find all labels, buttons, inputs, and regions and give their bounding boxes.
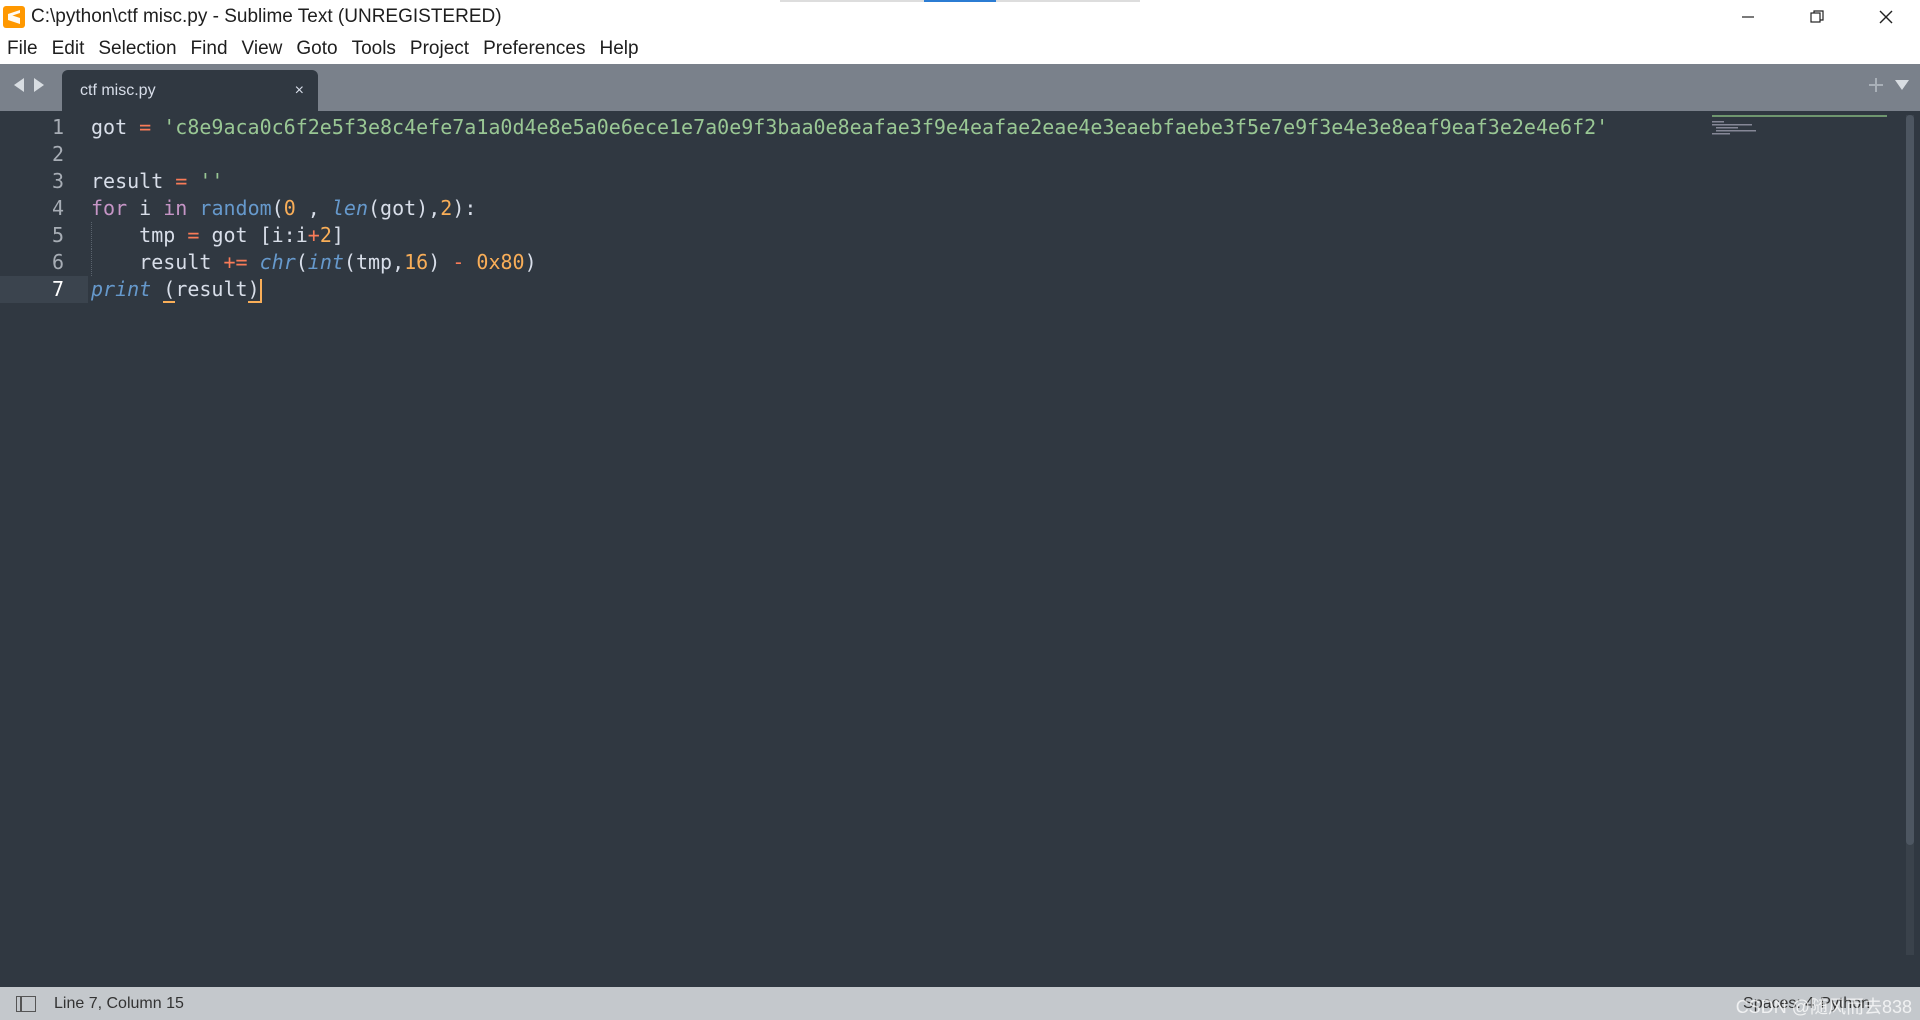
menu-find[interactable]: Find: [184, 34, 235, 64]
token-punct-matched: (: [163, 277, 176, 303]
token-number: 2: [319, 223, 332, 247]
token-keyword: for: [91, 196, 128, 220]
menu-file[interactable]: File: [0, 34, 45, 64]
line-number: 3: [51, 169, 64, 193]
close-icon: [1879, 10, 1892, 24]
nav-back-icon[interactable]: [12, 77, 26, 93]
token-punct: ,: [295, 196, 332, 220]
token-var: result: [175, 277, 248, 301]
line-number: 1: [51, 115, 64, 139]
minimize-icon: [1741, 16, 1754, 18]
line-number-current: 7: [51, 277, 64, 301]
token-punct: ): [524, 250, 537, 274]
token-punct: (got): [368, 196, 429, 220]
line-number: 6: [51, 250, 64, 274]
menu-goto[interactable]: Goto: [289, 34, 344, 64]
minimap[interactable]: [1712, 115, 1892, 145]
token-operator: =: [175, 169, 188, 193]
menu-bar: File Edit Selection Find View Goto Tools…: [0, 34, 1920, 65]
code-line-1: got = 'c8e9aca0c6f2e5f3e8c4efe7a1a0d4e8e…: [91, 114, 1608, 141]
token-operator: =: [187, 223, 200, 247]
token-operator: =: [139, 115, 152, 139]
restore-button[interactable]: [1782, 0, 1851, 34]
token-punct: ):: [452, 196, 477, 220]
token-builtin: chr: [259, 250, 296, 274]
code-line-7: print (result): [91, 276, 1608, 303]
line-number: 5: [51, 223, 64, 247]
window-controls: [1713, 0, 1920, 34]
token-number: 16: [404, 250, 429, 274]
menu-project[interactable]: Project: [403, 34, 476, 64]
minimize-button[interactable]: [1713, 0, 1782, 34]
code-line-6: result += chr(int(tmp,16) - 0x80): [91, 249, 1608, 276]
token-punct: ,: [428, 196, 441, 220]
tab-list-dropdown-icon[interactable]: [1894, 78, 1910, 92]
line-number: 2: [51, 142, 64, 166]
tab-tools: [1868, 77, 1910, 93]
title-bar: C:\python\ctf misc.py - Sublime Text (UN…: [0, 0, 1920, 34]
tab-label: ctf misc.py: [80, 81, 156, 99]
title-progress-strip: [780, 0, 1140, 2]
editor-pane[interactable]: 1 2 3 4 5 6 7 got = 'c8e9aca0c6f2e5f3e8c…: [0, 111, 1920, 987]
token-var: got: [91, 115, 128, 139]
token-operator: -: [452, 250, 465, 274]
menu-view[interactable]: View: [235, 34, 290, 64]
token-punct: ]: [331, 223, 344, 247]
token-function: random: [199, 196, 272, 220]
code-line-3: result = '': [91, 168, 1608, 195]
code-line-5: tmp = got [i:i+2]: [91, 222, 1608, 249]
close-window-button[interactable]: [1851, 0, 1920, 34]
token-var: tmp: [139, 223, 176, 247]
indent-guide: [91, 222, 93, 249]
scrollbar-thumb[interactable]: [1906, 115, 1914, 845]
code-area[interactable]: got = 'c8e9aca0c6f2e5f3e8c4efe7a1a0d4e8e…: [91, 114, 1608, 303]
panel-toggle-icon[interactable]: [16, 995, 36, 1012]
token-builtin: print: [91, 277, 152, 301]
token-var: result: [91, 169, 164, 193]
token-var: result: [139, 250, 212, 274]
token-string: '': [199, 169, 224, 193]
token-number: 0: [283, 196, 296, 220]
line-number-gutter: 1 2 3 4 5 6 7: [0, 114, 64, 303]
token-punct: (tmp,: [343, 250, 405, 274]
status-bar: Line 7, Column 15 Spaces: 4 Python CSDN …: [0, 987, 1920, 1020]
vertical-scrollbar[interactable]: [1906, 115, 1914, 955]
indent-guide: [91, 249, 93, 276]
token-punct: ): [428, 250, 441, 274]
token-builtin: int: [307, 250, 344, 274]
tab-close-icon[interactable]: ×: [295, 82, 304, 100]
sublime-logo-icon: [3, 6, 25, 28]
token-number: 2: [440, 196, 453, 220]
restore-icon: [1809, 10, 1824, 23]
menu-tools[interactable]: Tools: [345, 34, 403, 64]
menu-selection[interactable]: Selection: [91, 34, 183, 64]
token-punct: (: [295, 250, 308, 274]
token-builtin: len: [331, 196, 368, 220]
menu-help[interactable]: Help: [593, 34, 646, 64]
token-punct-matched: ): [247, 277, 260, 303]
token-operator: +=: [223, 250, 248, 274]
token-string: 'c8e9aca0c6f2e5f3e8c4efe7a1a0d4e8e5a0e6e…: [163, 115, 1609, 139]
token-number: 0x80: [476, 250, 525, 274]
menu-preferences[interactable]: Preferences: [476, 34, 592, 64]
token-punct: (: [271, 196, 284, 220]
tab-nav-arrows: [12, 77, 46, 93]
nav-forward-icon[interactable]: [32, 77, 46, 93]
new-tab-icon[interactable]: [1868, 77, 1884, 93]
token-keyword: in: [163, 196, 188, 220]
token-expr: got [i:i: [211, 223, 308, 247]
token-var: i: [139, 196, 152, 220]
line-number: 4: [51, 196, 64, 220]
menu-edit[interactable]: Edit: [45, 34, 92, 64]
tab-bar: ctf misc.py ×: [0, 64, 1920, 111]
cursor-position: Line 7, Column 15: [54, 994, 184, 1012]
window-title: C:\python\ctf misc.py - Sublime Text (UN…: [31, 6, 502, 27]
token-operator: +: [307, 223, 320, 247]
watermark: CSDN @随风而去838: [1735, 997, 1912, 1017]
tab-ctf-misc[interactable]: ctf misc.py ×: [62, 70, 318, 111]
code-line-4: for i in random(0 , len(got),2):: [91, 195, 1608, 222]
text-cursor: [259, 278, 262, 303]
